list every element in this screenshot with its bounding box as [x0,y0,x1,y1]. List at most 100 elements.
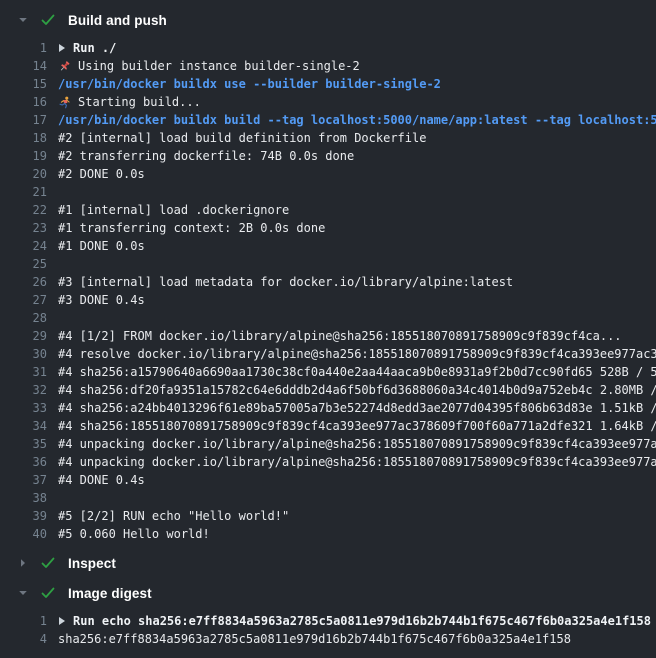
line-number[interactable]: 32 [0,381,47,399]
line-number[interactable]: 27 [0,291,47,309]
line-content: #2 [internal] load build definition from… [58,129,426,147]
log-line: 37#4 DONE 0.4s [0,471,656,489]
line-number[interactable]: 31 [0,363,47,381]
line-text: #4 resolve docker.io/library/alpine@sha2… [58,345,656,363]
log-line: 27 #3 DONE 0.4s [0,291,656,309]
line-text: #4 sha256:df20fa9351a15782c64e6dddb2d4a6… [58,381,656,399]
pushpin-icon [58,60,71,73]
line-content: Using builder instance builder-single-2 [58,57,360,75]
line-number[interactable]: 28 [0,309,47,327]
line-number[interactable]: 18 [0,129,47,147]
line-content: #4 resolve docker.io/library/alpine@sha2… [58,345,656,363]
line-text: Starting build... [78,93,201,111]
line-content: #4 sha256:a24bb4013296f61e89ba57005a7b3e… [58,399,656,417]
check-icon [41,14,55,26]
line-number[interactable]: 22 [0,201,47,219]
section-title: Image digest [68,586,152,601]
line-number[interactable]: 33 [0,399,47,417]
log-line: 29 #4 [1/2] FROM docker.io/library/alpine… [0,327,656,345]
log-line: 4 sha256:e7ff8834a5963a2785c5a0811e979d16… [0,630,656,648]
line-text: #5 [2/2] RUN echo "Hello world!" [58,507,289,525]
log-line: 25 [0,255,656,273]
line-number[interactable]: 16 [0,93,47,111]
line-text: #1 DONE 0.0s [58,237,145,255]
line-number[interactable]: 24 [0,237,47,255]
log-line: 35#4 unpacking docker.io/library/alpine@… [0,435,656,453]
line-text: #2 [internal] load build definition from… [58,129,426,147]
log-line: 30 #4 resolve docker.io/library/alpine@sh… [0,345,656,363]
line-content: Run ./ [58,39,116,57]
log-line: 24 #1 DONE 0.0s [0,237,656,255]
line-content: #1 [internal] load .dockerignore [58,201,289,219]
line-content: #2 DONE 0.0s [58,165,145,183]
line-content: #1 transferring context: 2B 0.0s done [58,219,325,237]
line-content: sha256:e7ff8834a5963a2785c5a0811e979d16b… [58,630,571,648]
line-text: #1 [internal] load .dockerignore [58,201,289,219]
line-number[interactable]: 23 [0,219,47,237]
section-title: Inspect [68,556,116,571]
line-content: #3 DONE 0.4s [58,291,145,309]
line-text: /usr/bin/docker buildx use --builder bui… [58,75,441,93]
log-line: 39 #5 [2/2] RUN echo "Hello world!" [0,507,656,525]
line-number[interactable]: 15 [0,75,47,93]
line-number[interactable]: 35 [0,435,47,453]
expander-icon[interactable] [58,43,66,53]
section-header-image-digest[interactable]: Image digest [0,583,656,603]
line-number[interactable]: 4 [0,630,47,648]
line-number[interactable]: 26 [0,273,47,291]
line-number[interactable]: 38 [0,489,47,507]
line-content: Starting build... [58,93,201,111]
log-lines-build-and-push: 1 Run ./ 14 Using builder instance builder-… [0,39,656,543]
line-number[interactable]: 21 [0,183,47,201]
line-content: #1 DONE 0.0s [58,237,145,255]
line-text: #3 [internal] load metadata for docker.i… [58,273,513,291]
line-text: #5 0.060 Hello world! [58,525,210,543]
check-icon [41,587,55,599]
line-number[interactable]: 19 [0,147,47,165]
line-content: #5 0.060 Hello world! [58,525,210,543]
line-content: /usr/bin/docker buildx build --tag local… [58,111,656,129]
line-text: #2 transferring dockerfile: 74B 0.0s don… [58,147,354,165]
chevron-down-icon [18,588,28,598]
log-line: 20 #2 DONE 0.0s [0,165,656,183]
line-content: #5 [2/2] RUN echo "Hello world!" [58,507,289,525]
log-line: 1 Run ./ [0,39,656,57]
line-text: /usr/bin/docker buildx build --tag local… [58,111,656,129]
line-number[interactable]: 25 [0,255,47,273]
line-number[interactable]: 37 [0,471,47,489]
chevron-down-icon [18,15,28,25]
line-number[interactable]: 29 [0,327,47,345]
section-header-build-and-push[interactable]: Build and push [0,10,656,30]
line-number[interactable]: 36 [0,453,47,471]
log-line: 16 Starting build... [0,93,656,111]
line-number[interactable]: 40 [0,525,47,543]
line-content: #4 [1/2] FROM docker.io/library/alpine@s… [58,327,622,345]
line-content: #4 sha256:a15790640a6690aa1730c38cf0a440… [58,363,656,381]
log-line: 1 Run echo sha256:e7ff8834a5963a2785c5a08… [0,612,656,630]
line-text: #4 sha256:185518070891758909c9f839cf4ca3… [58,417,656,435]
line-content: /usr/bin/docker buildx use --builder bui… [58,75,441,93]
runner-icon [58,96,71,109]
line-content: #4 sha256:185518070891758909c9f839cf4ca3… [58,417,656,435]
line-content: #2 transferring dockerfile: 74B 0.0s don… [58,147,354,165]
line-number[interactable]: 17 [0,111,47,129]
log-line: 17/usr/bin/docker buildx build --tag loc… [0,111,656,129]
log-line: 14 Using builder instance builder-single-… [0,57,656,75]
expander-icon[interactable] [58,616,66,626]
section-header-inspect[interactable]: Inspect [0,553,656,573]
line-number[interactable]: 30 [0,345,47,363]
line-content: #4 unpacking docker.io/library/alpine@sh… [58,453,656,471]
workflow-log-viewer: Build and push1Run ./14Using builder ins… [0,0,656,658]
line-text: #2 DONE 0.0s [58,165,145,183]
line-text: #4 sha256:a15790640a6690aa1730c38cf0a440… [58,363,656,381]
line-content: Run echo sha256:e7ff8834a5963a2785c5a081… [58,612,651,630]
line-text: #1 transferring context: 2B 0.0s done [58,219,325,237]
line-number[interactable]: 1 [0,612,47,630]
log-line: 19 #2 transferring dockerfile: 74B 0.0s d… [0,147,656,165]
line-number[interactable]: 14 [0,57,47,75]
line-number[interactable]: 20 [0,165,47,183]
line-number[interactable]: 39 [0,507,47,525]
line-number[interactable]: 1 [0,39,47,57]
line-number[interactable]: 34 [0,417,47,435]
section-title: Build and push [68,13,167,28]
